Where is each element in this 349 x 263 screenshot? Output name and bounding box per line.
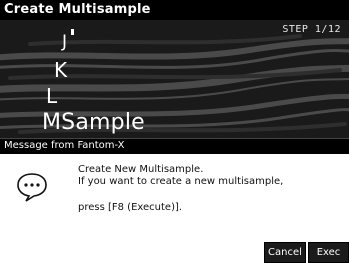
- speech-bubble-icon: [17, 173, 47, 202]
- message-line-2: If you want to create a new multisample,: [78, 176, 284, 187]
- exec-button[interactable]: Exec: [308, 242, 349, 263]
- window-title: Create Multisample: [4, 2, 151, 17]
- message-header-text: Message from Fantom-X: [4, 140, 125, 151]
- name-entry-area: STEP 1/12 J K L MSample N: [0, 20, 349, 138]
- cancel-button[interactable]: Cancel: [264, 242, 306, 263]
- title-bar: Create Multisample: [0, 0, 349, 20]
- char-option-j[interactable]: J: [62, 32, 67, 52]
- message-panel: Create New Multisample. If you want to c…: [0, 154, 349, 263]
- scroll-marker: [71, 29, 74, 35]
- char-option-l[interactable]: L: [46, 84, 57, 108]
- multisample-name-field[interactable]: MSample: [42, 110, 145, 135]
- message-text: Create New Multisample. If you want to c…: [78, 164, 283, 214]
- char-option-k[interactable]: K: [54, 58, 67, 82]
- create-multisample-screen: Create Multisample STEP 1/12 J K L MSamp…: [0, 0, 349, 263]
- message-line-3: press [F8 (Execute)].: [78, 202, 183, 213]
- message-header: Message from Fantom-X: [0, 138, 349, 154]
- message-line-1: Create New Multisample.: [78, 164, 204, 175]
- step-indicator: STEP 1/12: [282, 24, 341, 35]
